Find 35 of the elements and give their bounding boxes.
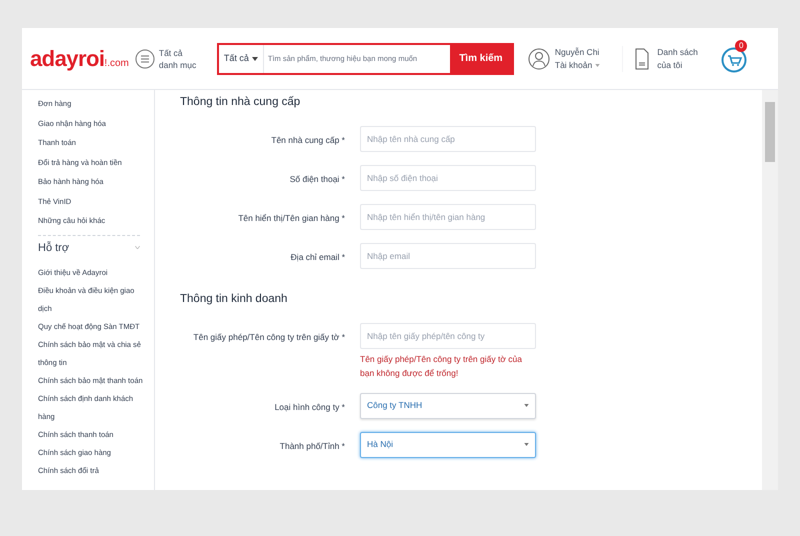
account-name[interactable]: Nguyễn Chi bbox=[554, 46, 600, 58]
scrollbar[interactable] bbox=[762, 90, 778, 490]
text-field[interactable]: Nhập tên giấy phép/tên công ty bbox=[360, 322, 536, 348]
field-label: Số điện thoại * bbox=[288, 173, 346, 186]
categories-link[interactable]: Tất cả danh mục bbox=[158, 46, 203, 70]
field-label: Loại hình công ty * bbox=[274, 400, 346, 414]
cart-badge: 0 bbox=[735, 40, 748, 52]
section-title: Thông tin kinh doanh bbox=[180, 292, 288, 308]
field-label: Địa chỉ email * bbox=[290, 251, 346, 264]
account-link[interactable]: Tài khoản bbox=[554, 58, 592, 72]
caret-icon bbox=[252, 56, 258, 60]
menu-icon[interactable] bbox=[134, 48, 155, 68]
select-field[interactable]: Công ty TNHH bbox=[360, 392, 536, 418]
field-label: Tên nhà cung cấp * bbox=[270, 134, 346, 147]
wishlist-link[interactable]: Danh sách của tôi bbox=[657, 46, 704, 72]
field-label: Tên hiển thị/Tên gian hàng * bbox=[237, 212, 346, 225]
caret-icon bbox=[524, 404, 529, 407]
section-heading[interactable]: Hỗ trợ bbox=[38, 240, 70, 256]
logo-text[interactable]: adayroi bbox=[30, 42, 104, 75]
caret-icon bbox=[524, 443, 529, 446]
text-field[interactable]: Nhập tên nhà cung cấp bbox=[360, 126, 536, 152]
field-label: Tên giấy phép/Tên công ty trên giấy tờ * bbox=[192, 330, 346, 344]
text-field[interactable]: Nhập email bbox=[360, 243, 536, 270]
caret-icon bbox=[595, 64, 600, 66]
logo-suffix[interactable]: !.com bbox=[104, 56, 129, 71]
user-icon[interactable] bbox=[528, 46, 550, 70]
select-field[interactable]: Hà Nội bbox=[360, 432, 536, 458]
error-message: Tên giấy phép/Tên công ty trên giấy tờ của bạn không được để trống! bbox=[360, 352, 523, 380]
text-field[interactable]: Nhập tên hiển thị/tên gian hàng bbox=[360, 204, 536, 230]
text-field[interactable]: Nhập số điện thoại bbox=[360, 165, 536, 192]
field-label: Thành phố/Tỉnh * bbox=[278, 440, 346, 452]
section-title: Thông tin nhà cung cấp bbox=[180, 95, 302, 110]
search-button[interactable]: Tìm kiếm bbox=[450, 44, 512, 72]
document-icon[interactable] bbox=[635, 48, 650, 70]
scope-dropdown[interactable]: Tất cả bbox=[218, 44, 264, 72]
